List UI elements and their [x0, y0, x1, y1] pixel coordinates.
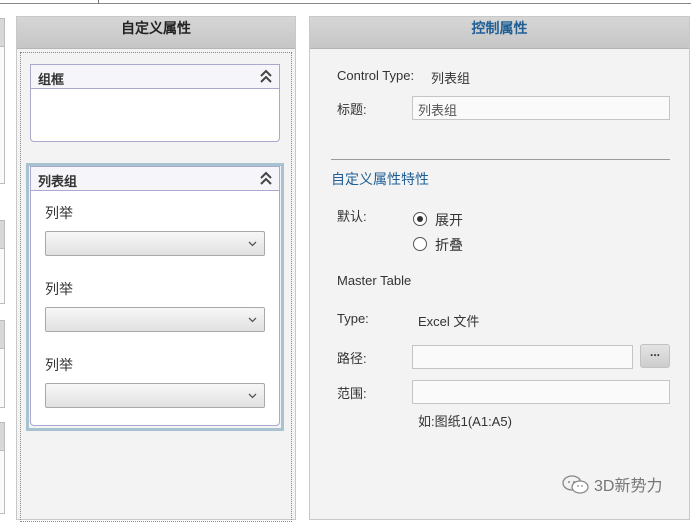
- watermark: 3D新势力: [562, 472, 662, 496]
- group-frame[interactable]: 组框: [30, 64, 280, 142]
- section-divider: [331, 159, 670, 160]
- control-type-value: 列表组: [431, 71, 471, 86]
- list-item-label: 列举: [45, 281, 73, 297]
- list-item-label: 列举: [45, 357, 73, 373]
- group-frame-title: 组框: [38, 72, 65, 87]
- left-panel-stub: [0, 320, 5, 408]
- range-label: 范围:: [337, 386, 367, 401]
- list-dropdown[interactable]: [45, 231, 265, 256]
- left-panel-stub: [0, 220, 5, 304]
- title-field[interactable]: 列表组: [412, 96, 670, 120]
- radio-expand[interactable]: [413, 212, 427, 226]
- custom-properties-title: 自定义属性: [17, 17, 295, 49]
- list-item-label: 列举: [45, 205, 73, 221]
- title-label: 标题:: [337, 102, 367, 117]
- list-dropdown[interactable]: [45, 383, 265, 408]
- collapse-icon[interactable]: [259, 170, 273, 186]
- control-properties-panel: 控制属性: [309, 16, 690, 520]
- browse-button[interactable]: ...: [640, 344, 670, 368]
- radio-expand-label[interactable]: 展开: [435, 210, 463, 230]
- collapse-icon[interactable]: [259, 68, 273, 84]
- default-label: 默认:: [337, 209, 367, 224]
- section-title: 自定义属性特性: [331, 171, 429, 187]
- list-group[interactable]: 列表组 列举 列举 列举: [30, 166, 280, 426]
- top-border: [0, 0, 691, 4]
- master-table-label: Master Table: [337, 273, 412, 288]
- left-panel-stub: [0, 18, 5, 184]
- watermark-text: 3D新势力: [594, 478, 663, 495]
- type-value: Excel 文件: [418, 314, 480, 329]
- type-label: Type:: [337, 311, 369, 326]
- wechat-icon: [562, 475, 589, 494]
- radio-collapse-label[interactable]: 折叠: [435, 235, 463, 255]
- list-group-title: 列表组: [38, 174, 78, 189]
- control-type-label: Control Type:: [337, 68, 415, 83]
- left-panel-stub: [0, 422, 5, 514]
- list-dropdown[interactable]: [45, 307, 265, 332]
- chevron-down-icon: [248, 317, 257, 323]
- range-field[interactable]: [412, 380, 670, 404]
- path-label: 路径:: [337, 351, 367, 366]
- radio-collapse[interactable]: [413, 237, 427, 251]
- chevron-down-icon: [248, 393, 257, 399]
- control-properties-title: 控制属性: [310, 17, 689, 49]
- path-field[interactable]: [412, 345, 633, 369]
- range-hint: 如:图纸1(A1:A5): [418, 414, 512, 429]
- chevron-down-icon: [248, 241, 257, 247]
